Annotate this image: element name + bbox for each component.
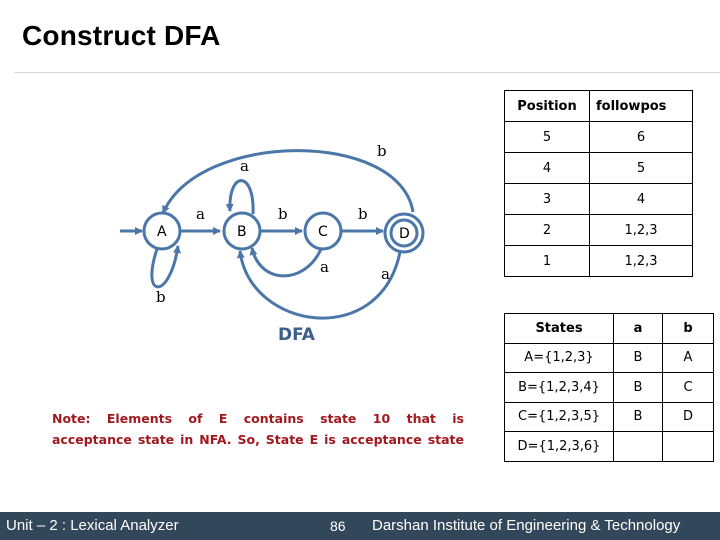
state-cell: C={1,2,3,5} [504,401,614,432]
header-states: States [504,313,614,344]
on-a-cell: B [613,342,663,373]
label-D-B: a [381,265,390,283]
on-a-cell [613,431,663,462]
position-cell: 4 [504,152,590,184]
state-C-label: C [318,224,328,240]
position-cell: 3 [504,183,590,215]
followpos-cell: 1,2,3 [589,245,693,277]
edge-C-B [249,247,323,278]
table-row: 2 1,2,3 [504,214,693,246]
position-cell: 5 [504,121,590,153]
label-B-C: b [278,205,288,223]
table-row: C={1,2,3,5} B D [504,401,714,432]
footer-unit: Unit – 2 : Lexical Analyzer [6,517,179,534]
followpos-cell: 6 [589,121,693,153]
followpos-cell: 4 [589,183,693,215]
edge-B-B [225,179,255,215]
label-A-A: b [156,288,166,306]
followpos-cell: 1,2,3 [589,214,693,246]
state-D-label: D [399,226,410,242]
state-B-label: B [237,224,247,240]
header-followpos: followpos [589,90,693,122]
on-b-cell: D [662,401,714,432]
on-b-cell: C [662,372,714,403]
on-a-cell: B [613,401,663,432]
note-line-1: Note: Elements of E contains state 10 th… [52,411,464,426]
label-A-B: a [196,205,205,223]
table-row: B={1,2,3,4} B C [504,372,714,403]
header-position: Position [504,90,590,122]
state-A-label: A [157,224,167,240]
footer-page-number: 86 [330,518,346,534]
followpos-table: Position followpos 5 6 4 5 3 4 2 1,2,3 1… [504,90,693,277]
position-cell: 2 [504,214,590,246]
state-cell: D={1,2,3,6} [504,431,614,462]
states-table: States a b A={1,2,3} B A B={1,2,3,4} B C… [504,313,714,462]
dfa-diagram: A B C D a b a b a b a b [120,142,425,320]
label-C-B: a [320,258,329,276]
table-row: 4 5 [504,152,693,184]
on-a-cell: B [613,372,663,403]
table-header-row: Position followpos [504,90,693,122]
label-D-A: b [377,142,387,160]
table-row: 3 4 [504,183,693,215]
note-text: Note: Elements of E contains state 10 th… [52,408,464,450]
table-row: 1 1,2,3 [504,245,693,277]
label-B-B: a [240,157,249,175]
position-cell: 1 [504,245,590,277]
dfa-caption: DFA [278,325,315,345]
on-b-cell: A [662,342,714,373]
label-C-D: b [358,205,368,223]
table-row: A={1,2,3} B A [504,342,714,373]
footer-institute: Darshan Institute of Engineering & Techn… [372,517,681,534]
edge-D-A [161,149,415,214]
on-b-cell [662,431,714,462]
followpos-cell: 5 [589,152,693,184]
table-row: D={1,2,3,6} [504,431,714,462]
note-line-2: acceptance state in NFA. So, State E is … [52,432,464,447]
edge-A-A [150,245,181,289]
header-b: b [662,313,714,344]
state-cell: B={1,2,3,4} [504,372,614,403]
header-a: a [613,313,663,344]
footer-bar: Unit – 2 : Lexical Analyzer 86 Darshan I… [0,512,720,540]
state-cell: A={1,2,3} [504,342,614,373]
table-row: 5 6 [504,121,693,153]
table-header-row: States a b [504,313,714,344]
